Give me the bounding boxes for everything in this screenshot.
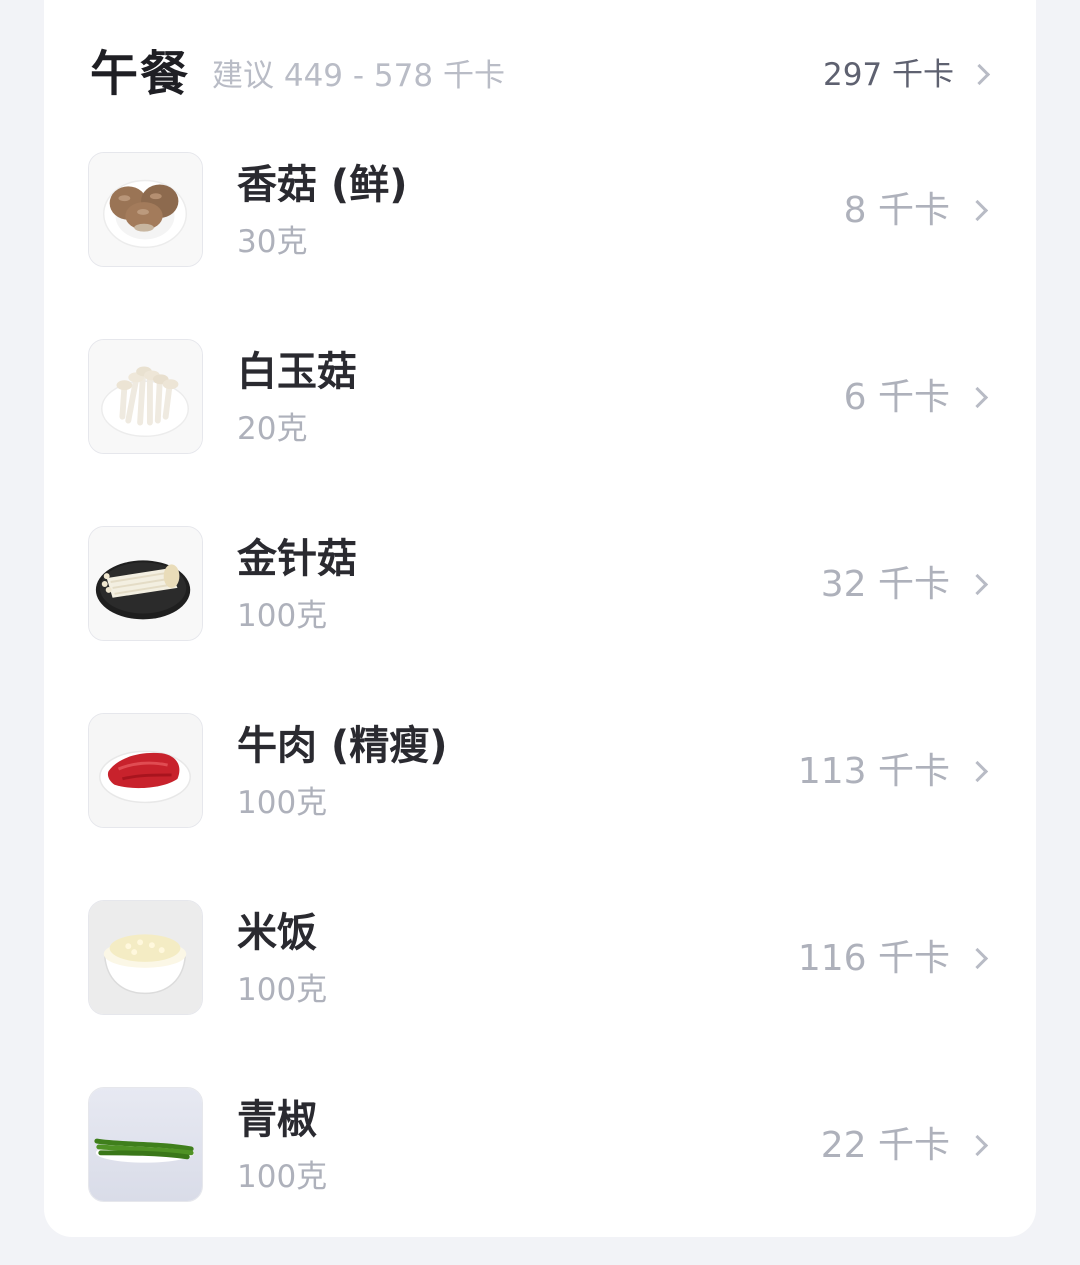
chevron-right-icon <box>966 760 989 783</box>
food-name: 米饭 <box>237 910 317 956</box>
lean-beef-photo <box>88 713 203 828</box>
food-amount: 20克 <box>237 411 308 447</box>
rice-bowl-photo <box>88 900 203 1015</box>
chevron-right-icon <box>966 386 989 409</box>
food-name: 金针菇 <box>237 536 357 582</box>
food-amount: 100克 <box>237 1159 328 1195</box>
meal-header[interactable]: 午餐 建议 449 - 578 千卡 297 千卡 <box>44 0 1036 140</box>
food-name: 白玉菇 <box>237 349 357 395</box>
food-calories: 22 千卡 <box>820 1125 950 1166</box>
food-calories: 32 千卡 <box>820 564 950 605</box>
food-item-lean-beef[interactable]: 牛肉 (精瘦) 100克 113 千卡 <box>44 713 1036 900</box>
chevron-right-icon <box>966 1134 989 1157</box>
food-amount: 100克 <box>237 785 328 821</box>
chevron-right-icon <box>966 573 989 596</box>
meal-title: 午餐 <box>90 46 191 102</box>
chevron-right-icon <box>968 63 991 86</box>
chevron-right-icon <box>966 199 989 222</box>
meal-total-calories: 297 千卡 <box>822 57 954 93</box>
green-pepper-photo <box>88 1087 203 1202</box>
shiitake-mushroom-photo <box>88 152 203 267</box>
food-calories: 116 千卡 <box>797 938 950 979</box>
food-calories: 113 千卡 <box>797 751 950 792</box>
food-calories: 6 千卡 <box>843 377 950 418</box>
food-item-white-beech-mushroom[interactable]: 白玉菇 20克 6 千卡 <box>44 339 1036 526</box>
food-name: 香菇 (鲜) <box>237 162 408 208</box>
food-amount: 30克 <box>237 224 308 260</box>
food-item-rice[interactable]: 米饭 100克 116 千卡 <box>44 900 1036 1087</box>
white-beech-mushroom-photo <box>88 339 203 454</box>
food-name: 青椒 <box>237 1097 317 1143</box>
food-calories: 8 千卡 <box>843 190 950 231</box>
food-amount: 100克 <box>237 972 328 1008</box>
food-item-enoki-mushroom[interactable]: 金针菇 100克 32 千卡 <box>44 526 1036 713</box>
enoki-mushroom-photo <box>88 526 203 641</box>
food-name: 牛肉 (精瘦) <box>237 723 448 769</box>
meal-suggested-range: 建议 449 - 578 千卡 <box>212 58 505 94</box>
food-amount: 100克 <box>237 598 328 634</box>
chevron-right-icon <box>966 947 989 970</box>
lunch-card: 午餐 建议 449 - 578 千卡 297 千卡 香菇 (鲜) 30克 8 千… <box>44 0 1036 1237</box>
food-item-green-pepper[interactable]: 青椒 100克 22 千卡 <box>44 1087 1036 1265</box>
food-item-shiitake[interactable]: 香菇 (鲜) 30克 8 千卡 <box>44 152 1036 339</box>
